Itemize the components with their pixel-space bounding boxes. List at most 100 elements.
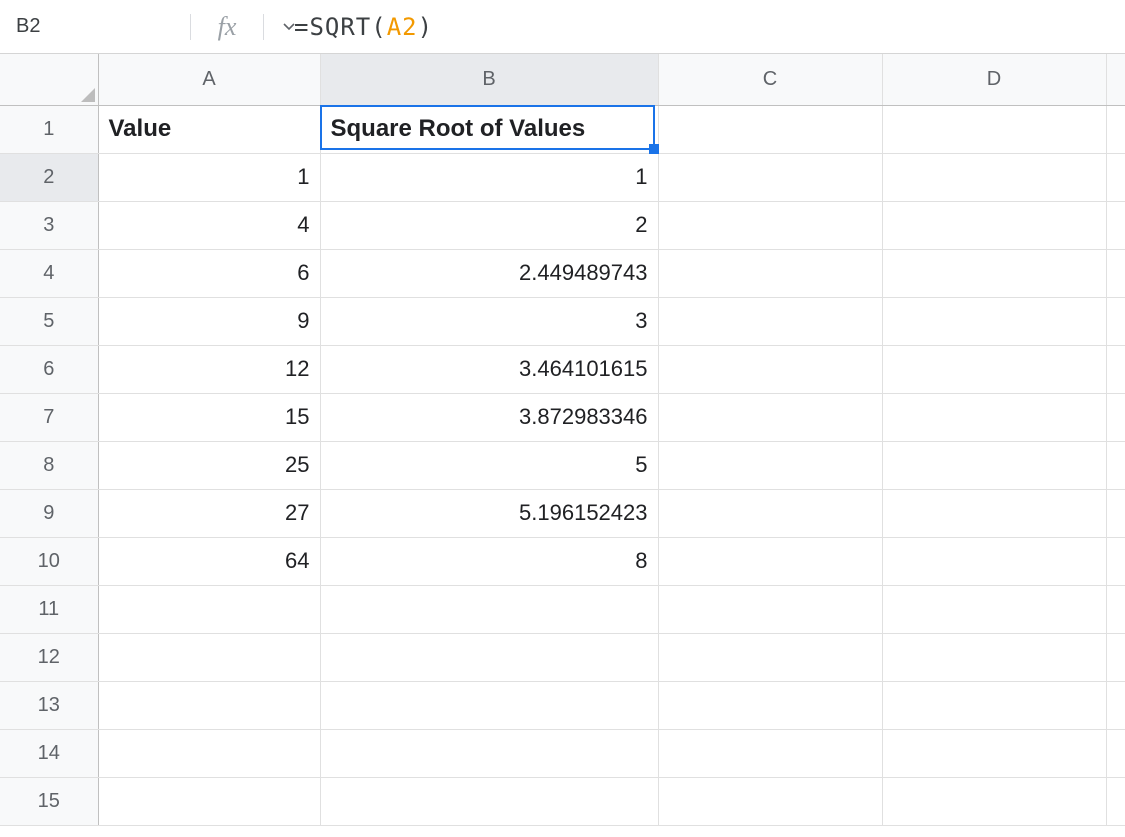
cell-B3[interactable]: 2 (320, 201, 658, 249)
cell-D5[interactable] (882, 297, 1106, 345)
cell-A15[interactable] (98, 777, 320, 825)
cell-D10[interactable] (882, 537, 1106, 585)
cell-C1[interactable] (658, 105, 882, 153)
cell-D12[interactable] (882, 633, 1106, 681)
cell-E9[interactable] (1106, 489, 1125, 537)
cell-E11[interactable] (1106, 585, 1125, 633)
cell-D2[interactable] (882, 153, 1106, 201)
cell-E2[interactable] (1106, 153, 1125, 201)
row-header-7[interactable]: 7 (0, 393, 98, 441)
cell-A10[interactable]: 64 (98, 537, 320, 585)
cell-B1[interactable]: Square Root of Values (320, 105, 658, 153)
cell-A2[interactable]: 1 (98, 153, 320, 201)
cell-E15[interactable] (1106, 777, 1125, 825)
name-box[interactable] (14, 14, 283, 39)
formula-input[interactable]: = SQRT ( A2 ) (264, 13, 1125, 41)
row-header-12[interactable]: 12 (0, 633, 98, 681)
cell-C9[interactable] (658, 489, 882, 537)
row-header-11[interactable]: 11 (0, 585, 98, 633)
cell-C4[interactable] (658, 249, 882, 297)
cell-B2[interactable]: 1 (320, 153, 658, 201)
cell-B8[interactable]: 5 (320, 441, 658, 489)
cell-B7[interactable]: 3.872983346 (320, 393, 658, 441)
cell-C7[interactable] (658, 393, 882, 441)
row-header-14[interactable]: 14 (0, 729, 98, 777)
cell-A9[interactable]: 27 (98, 489, 320, 537)
cell-C13[interactable] (658, 681, 882, 729)
cell-E7[interactable] (1106, 393, 1125, 441)
row-header-3[interactable]: 3 (0, 201, 98, 249)
cell-D15[interactable] (882, 777, 1106, 825)
column-header-C[interactable]: C (658, 54, 882, 105)
cell-C2[interactable] (658, 153, 882, 201)
cell-E10[interactable] (1106, 537, 1125, 585)
cell-A6[interactable]: 12 (98, 345, 320, 393)
cell-B12[interactable] (320, 633, 658, 681)
cell-E5[interactable] (1106, 297, 1125, 345)
cell-D3[interactable] (882, 201, 1106, 249)
cell-E14[interactable] (1106, 729, 1125, 777)
cell-C11[interactable] (658, 585, 882, 633)
cell-C14[interactable] (658, 729, 882, 777)
cell-C12[interactable] (658, 633, 882, 681)
cell-D7[interactable] (882, 393, 1106, 441)
cell-A8[interactable]: 25 (98, 441, 320, 489)
column-header-extra[interactable] (1106, 54, 1125, 105)
row-header-8[interactable]: 8 (0, 441, 98, 489)
row-header-9[interactable]: 9 (0, 489, 98, 537)
cell-D11[interactable] (882, 585, 1106, 633)
row-header-4[interactable]: 4 (0, 249, 98, 297)
cell-B14[interactable] (320, 729, 658, 777)
cell-E13[interactable] (1106, 681, 1125, 729)
cell-C15[interactable] (658, 777, 882, 825)
row-header-1[interactable]: 1 (0, 105, 98, 153)
cell-E3[interactable] (1106, 201, 1125, 249)
cell-A12[interactable] (98, 633, 320, 681)
cell-A11[interactable] (98, 585, 320, 633)
cell-A4[interactable]: 6 (98, 249, 320, 297)
cell-D14[interactable] (882, 729, 1106, 777)
cell-A5[interactable]: 9 (98, 297, 320, 345)
cell-B6[interactable]: 3.464101615 (320, 345, 658, 393)
cell-D8[interactable] (882, 441, 1106, 489)
column-header-B[interactable]: B (320, 54, 658, 105)
cell-D4[interactable] (882, 249, 1106, 297)
cell-B13[interactable] (320, 681, 658, 729)
cell-E12[interactable] (1106, 633, 1125, 681)
cell-E6[interactable] (1106, 345, 1125, 393)
row-header-10[interactable]: 10 (0, 537, 98, 585)
cell-C10[interactable] (658, 537, 882, 585)
cell-A3[interactable]: 4 (98, 201, 320, 249)
column-header-D[interactable]: D (882, 54, 1106, 105)
row-header-13[interactable]: 13 (0, 681, 98, 729)
cell-E8[interactable] (1106, 441, 1125, 489)
cell-C3[interactable] (658, 201, 882, 249)
cell-B9[interactable]: 5.196152423 (320, 489, 658, 537)
cell-D6[interactable] (882, 345, 1106, 393)
row-header-6[interactable]: 6 (0, 345, 98, 393)
cell-B15[interactable] (320, 777, 658, 825)
cell-E4[interactable] (1106, 249, 1125, 297)
row-header-5[interactable]: 5 (0, 297, 98, 345)
cell-A14[interactable] (98, 729, 320, 777)
formula-token-fn: SQRT (309, 13, 371, 41)
cell-B4[interactable]: 2.449489743 (320, 249, 658, 297)
cell-A13[interactable] (98, 681, 320, 729)
row-header-15[interactable]: 15 (0, 777, 98, 825)
cell-D13[interactable] (882, 681, 1106, 729)
cell-A1[interactable]: Value (98, 105, 320, 153)
cell-C6[interactable] (658, 345, 882, 393)
select-all-corner[interactable] (0, 54, 98, 105)
cell-A7[interactable]: 15 (98, 393, 320, 441)
cell-D1[interactable] (882, 105, 1106, 153)
chevron-down-icon[interactable] (283, 17, 295, 37)
cell-B11[interactable] (320, 585, 658, 633)
row-header-2[interactable]: 2 (0, 153, 98, 201)
cell-E1[interactable] (1106, 105, 1125, 153)
cell-C8[interactable] (658, 441, 882, 489)
cell-D9[interactable] (882, 489, 1106, 537)
cell-B10[interactable]: 8 (320, 537, 658, 585)
column-header-A[interactable]: A (98, 54, 320, 105)
cell-B5[interactable]: 3 (320, 297, 658, 345)
cell-C5[interactable] (658, 297, 882, 345)
